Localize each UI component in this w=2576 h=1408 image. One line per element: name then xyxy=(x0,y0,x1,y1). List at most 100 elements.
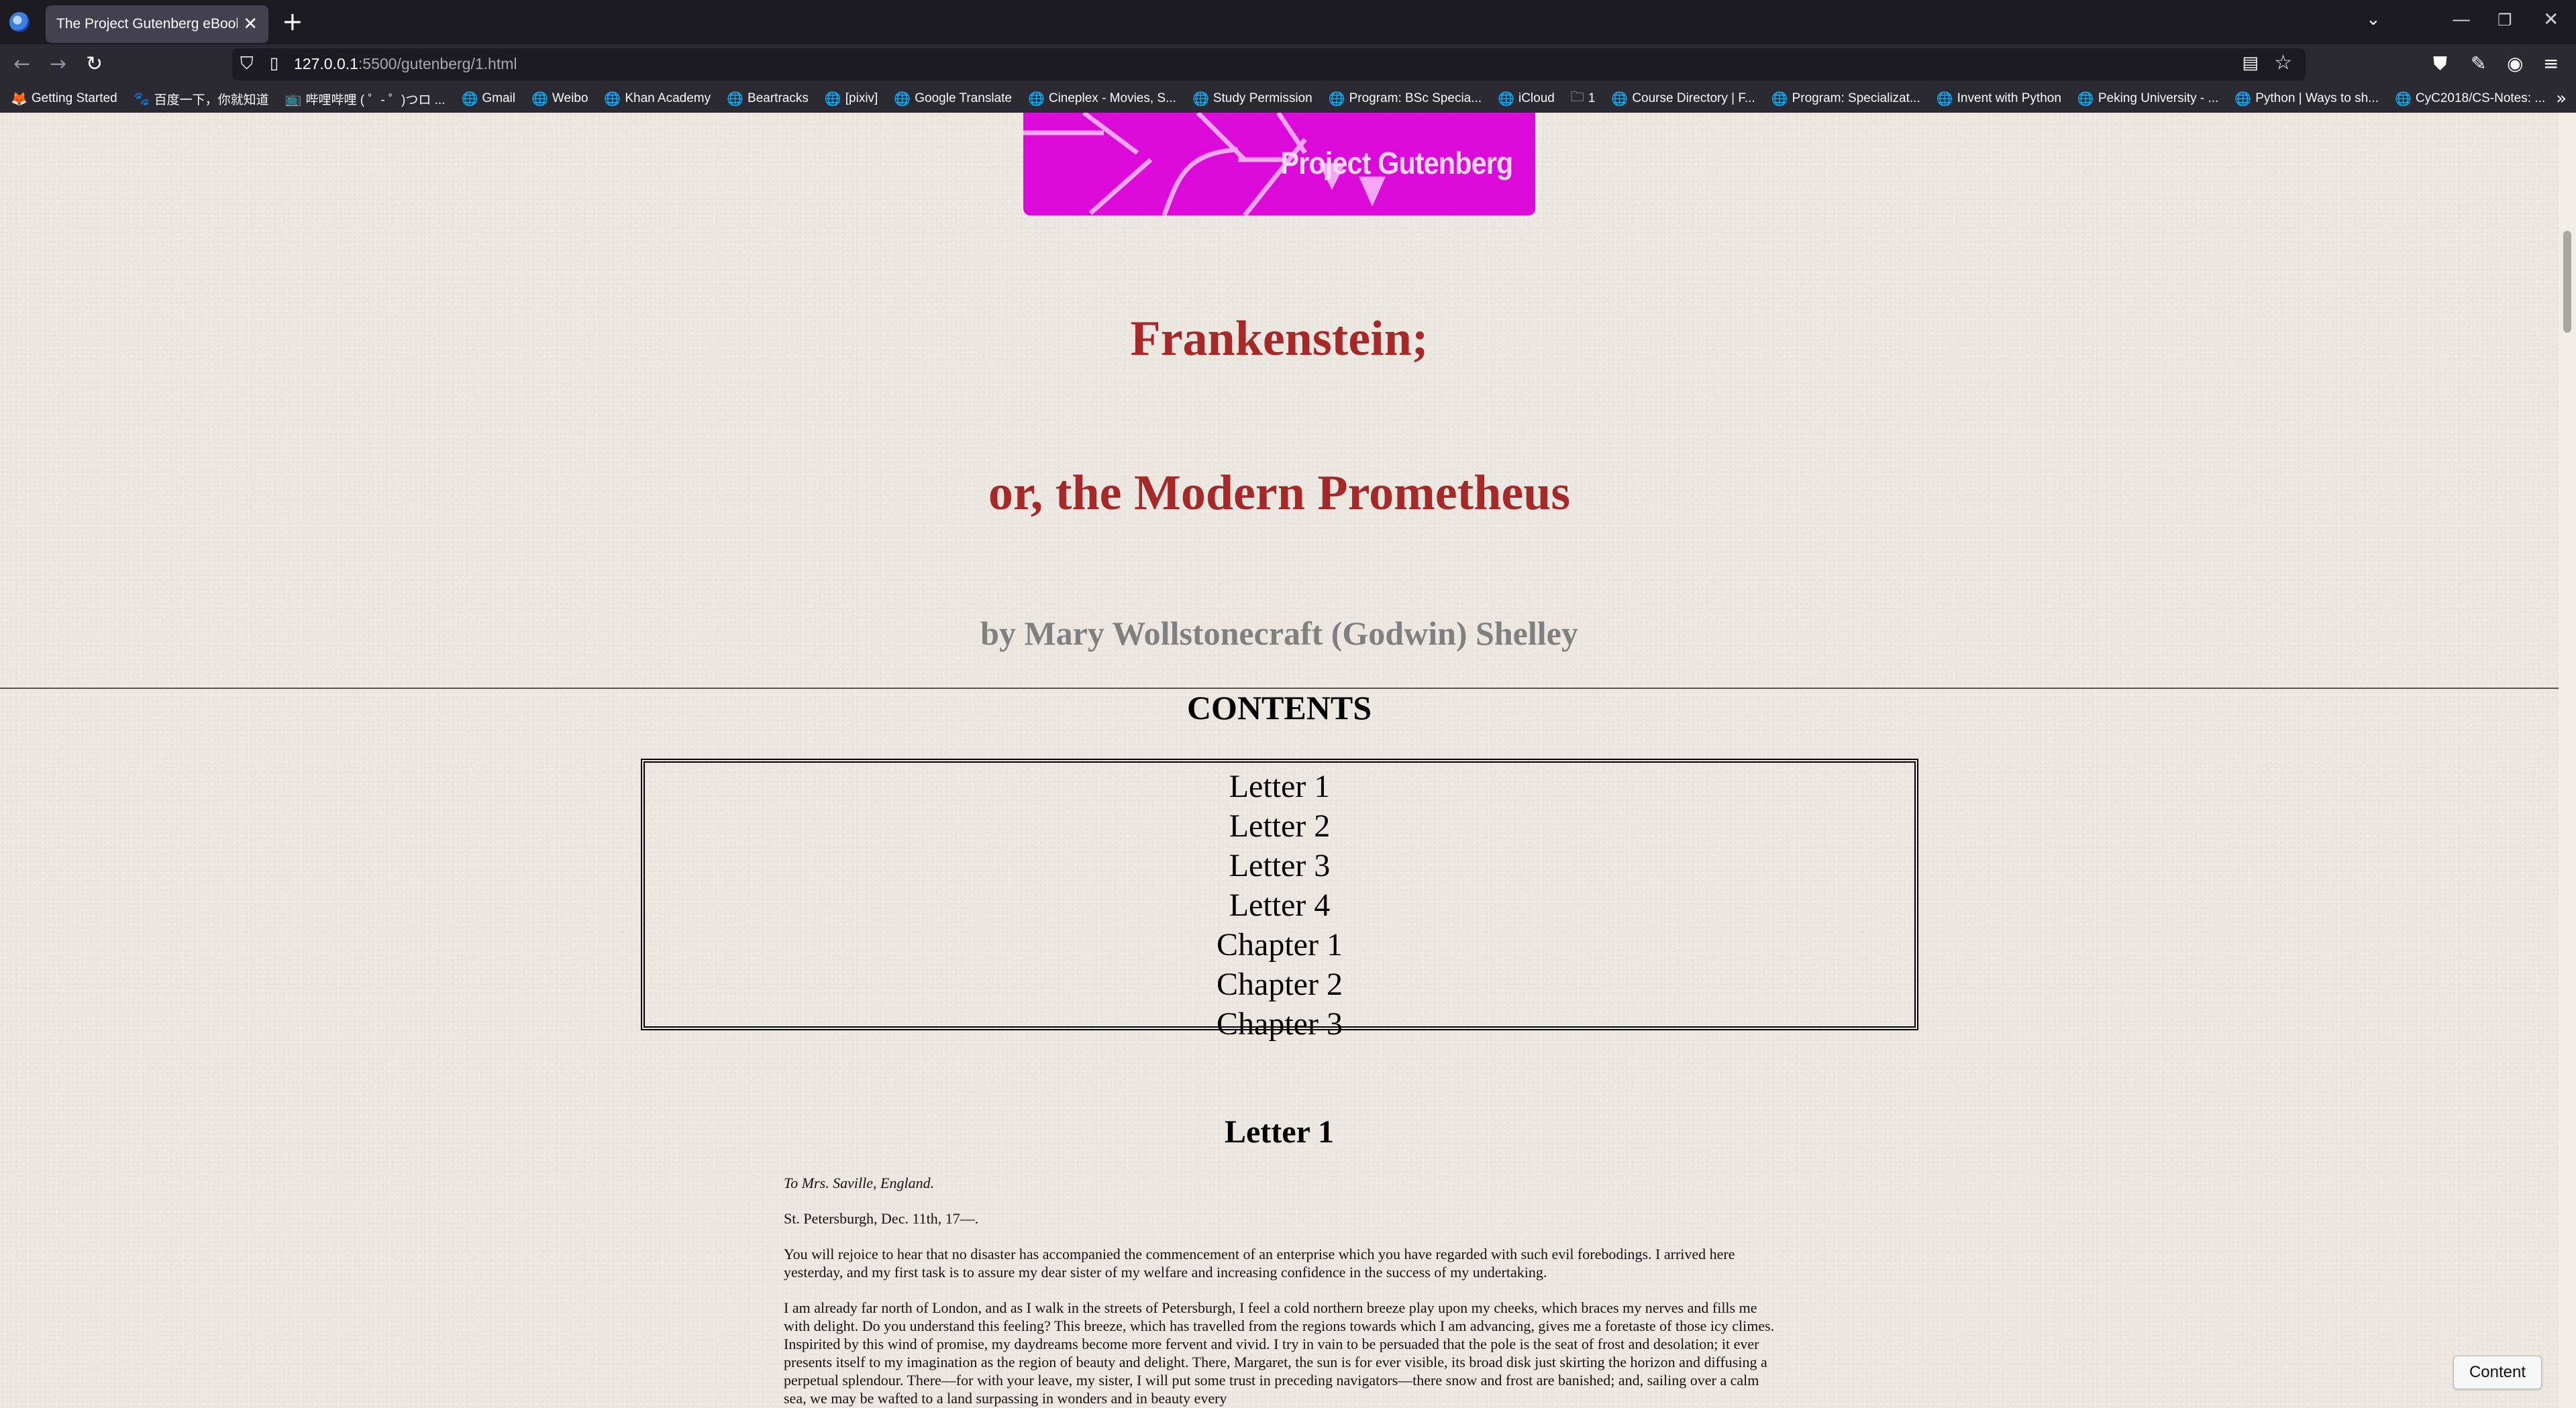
globe-icon: 🌐 xyxy=(461,91,478,107)
firefox-icon[interactable] xyxy=(9,12,30,32)
table-of-contents: Letter 1 Letter 2 Letter 3 Letter 4 Chapter … xyxy=(641,759,1918,1042)
globe-icon: 🌐 xyxy=(727,91,744,107)
bookmarks-toolbar: 🦊 Getting Started 🐾 百度一下，你就知道 📺 哔哩哔哩 ( ゜- ゜)つ… xyxy=(0,85,2576,113)
bookmark-label: 百度一下，你就知道 xyxy=(154,93,269,107)
bookmark-item[interactable]: 📺 哔哩哔哩 ( ゜- ゜)つロ ... xyxy=(285,90,446,108)
toc-link[interactable]: Letter 4 xyxy=(645,885,1914,925)
bookmark-label: Study Permission xyxy=(1213,91,1312,105)
bookmark-item[interactable]: 🌐 [pixiv] xyxy=(825,91,878,107)
bookmark-item[interactable]: 🌐 Python | Ways to sh... xyxy=(2234,91,2379,107)
globe-icon: 🌐 xyxy=(1498,91,1514,107)
bookmark-label: iCloud xyxy=(1518,91,1555,105)
reader-view-icon[interactable]: ▤ xyxy=(2242,53,2259,73)
bookmark-item[interactable]: 🌐 Peking University - ... xyxy=(2077,91,2218,107)
url-text[interactable]: 127.0.0.1:5500/gutenberg/1.html xyxy=(294,55,517,73)
bookmark-item[interactable]: 🌐 Cineplex - Movies, S... xyxy=(1028,91,1176,107)
letter-body: To Mrs. Saville, England. St. Petersburg… xyxy=(784,1174,1777,1408)
bookmark-label: Program: Specializat... xyxy=(1792,91,1920,105)
bookmark-label: Weibo xyxy=(552,91,588,105)
globe-icon: 🌐 xyxy=(2234,91,2252,107)
toc-link[interactable]: Chapter 1 xyxy=(645,925,1914,965)
url-host: 127.0.0.1 xyxy=(294,55,358,72)
globe-icon: 🌐 xyxy=(2077,91,2094,107)
toc-link[interactable]: Letter 2 xyxy=(645,806,1914,846)
shield-icon[interactable]: ⛉ xyxy=(240,54,254,74)
bookmark-item[interactable]: 🌐 Program: BSc Specia... xyxy=(1329,91,1482,107)
bookmark-item[interactable]: 🌐 Course Directory | F... xyxy=(1611,91,1755,107)
bookmark-item[interactable]: 🌐 Khan Academy xyxy=(604,91,711,107)
close-tab-icon[interactable]: ✕ xyxy=(243,14,258,34)
site-icon: 📺 xyxy=(285,91,302,107)
bookmark-label: Program: BSc Specia... xyxy=(1349,91,1482,105)
globe-icon: 🌐 xyxy=(1936,91,1953,107)
toc-link[interactable]: Chapter 2 xyxy=(645,965,1914,1004)
bookmarks-overflow-button[interactable]: » xyxy=(2556,89,2567,109)
globe-icon: 🌐 xyxy=(894,91,911,107)
restore-button[interactable]: ❐ xyxy=(2497,11,2512,30)
globe-icon: 🌐 xyxy=(1027,91,1045,107)
url-path: :5500/gutenberg/1.html xyxy=(358,55,517,72)
bookmark-item[interactable]: 🌐 Study Permission xyxy=(1192,91,1312,107)
bookmark-star-icon[interactable]: ☆ xyxy=(2274,51,2292,74)
globe-icon: 🌐 xyxy=(1192,91,1209,107)
bookmark-label: [pixiv] xyxy=(845,91,878,105)
bookmark-label: Peking University - ... xyxy=(2098,91,2219,105)
account-icon[interactable]: ◉ xyxy=(2507,52,2523,74)
title-bar: The Project Gutenberg eBook of ✕ + ⌄ — ❐… xyxy=(0,0,2576,44)
back-button[interactable]: ← xyxy=(13,51,30,78)
toc-link[interactable]: Chapter 3 xyxy=(645,1004,1914,1044)
bookmark-label: 哔哩哔哩 ( ゜- ゜)つロ ... xyxy=(305,93,446,107)
letter-heading: Letter 1 xyxy=(1224,1114,1335,1150)
bookmark-label: Gmail xyxy=(482,91,515,105)
logo-text: Project Gutenberg xyxy=(1280,146,1513,180)
globe-icon: 🌐 xyxy=(604,91,621,107)
bookmark-item[interactable]: 🌐 Invent with Python xyxy=(1937,91,2061,107)
close-window-button[interactable]: ✕ xyxy=(2543,8,2559,30)
site-icon: 🦊 xyxy=(11,91,28,107)
paragraph: You will rejoice to hear that no disaste… xyxy=(784,1246,1735,1281)
scrollbar-thumb[interactable] xyxy=(2563,231,2571,333)
bookmark-item[interactable]: 🗀 1 xyxy=(1571,87,1596,110)
url-bar[interactable]: ⛉ ▯ 127.0.0.1:5500/gutenberg/1.html ▤ ☆ xyxy=(232,48,2306,80)
globe-icon: 🌐 xyxy=(1328,91,1345,107)
bookmark-item[interactable]: 🌐 iCloud xyxy=(1498,91,1555,107)
contents-heading: CONTENTS xyxy=(1186,689,1372,726)
bookmark-item[interactable]: 🌐 Weibo xyxy=(531,91,588,107)
globe-icon: 🌐 xyxy=(824,91,841,107)
page-viewport[interactable]: Project Gutenberg Frankenstein; or, the … xyxy=(0,113,2576,1408)
bookmark-item[interactable]: 🌐 Program: Specializat... xyxy=(1771,91,1920,107)
new-tab-button[interactable]: + xyxy=(282,8,303,35)
toc-link[interactable]: Letter 3 xyxy=(645,846,1914,885)
wrench-icon[interactable]: ✎ xyxy=(2471,52,2486,74)
bookmark-label: Course Directory | F... xyxy=(1632,91,1755,105)
bookmark-label: Khan Academy xyxy=(625,91,711,105)
hamburger-menu-icon[interactable]: ≡ xyxy=(2543,52,2559,74)
tab-list-chevron-icon[interactable]: ⌄ xyxy=(2366,9,2381,30)
book-subtitle: or, the Modern Prometheus xyxy=(988,466,1571,521)
bookmark-label: 1 xyxy=(1588,91,1596,105)
forward-button[interactable]: → xyxy=(50,51,66,78)
toc-link[interactable]: Letter 1 xyxy=(645,767,1914,806)
content-button[interactable]: Content xyxy=(2453,1356,2542,1389)
navigation-toolbar: ← → ↻ ⛉ ▯ 127.0.0.1:5500/gutenberg/1.htm… xyxy=(0,44,2576,85)
bookmark-label: Google Translate xyxy=(915,91,1012,105)
tab-active[interactable]: The Project Gutenberg eBook of ✕ xyxy=(46,5,268,43)
pocket-icon[interactable]: ⛊ xyxy=(2433,52,2447,75)
minimize-button[interactable]: — xyxy=(2452,8,2471,30)
globe-icon: 🌐 xyxy=(531,91,548,107)
folder-icon: 🗀 xyxy=(1570,90,1584,105)
bookmark-item[interactable]: 🌐 Beartracks xyxy=(727,91,809,107)
reload-button[interactable]: ↻ xyxy=(86,51,103,78)
bookmark-item[interactable]: 🌐 Gmail xyxy=(461,91,515,107)
salutation: To Mrs. Saville, England. xyxy=(784,1175,935,1191)
bookmark-item[interactable]: 🦊 Getting Started xyxy=(11,91,117,107)
page-icon[interactable]: ▯ xyxy=(270,54,278,72)
bookmark-item[interactable]: 🌐 CyC2018/CS-Notes: ... xyxy=(2395,91,2545,107)
globe-icon: 🌐 xyxy=(1771,91,1788,107)
bookmark-item[interactable]: 🌐 Google Translate xyxy=(894,91,1012,107)
bookmark-label: Beartracks xyxy=(748,91,809,105)
scrollbar[interactable] xyxy=(2559,113,2576,1408)
bookmark-item[interactable]: 🐾 百度一下，你就知道 xyxy=(134,90,269,108)
bookmark-label: Cineplex - Movies, S... xyxy=(1048,91,1176,105)
bookmark-label: Getting Started xyxy=(31,91,117,105)
